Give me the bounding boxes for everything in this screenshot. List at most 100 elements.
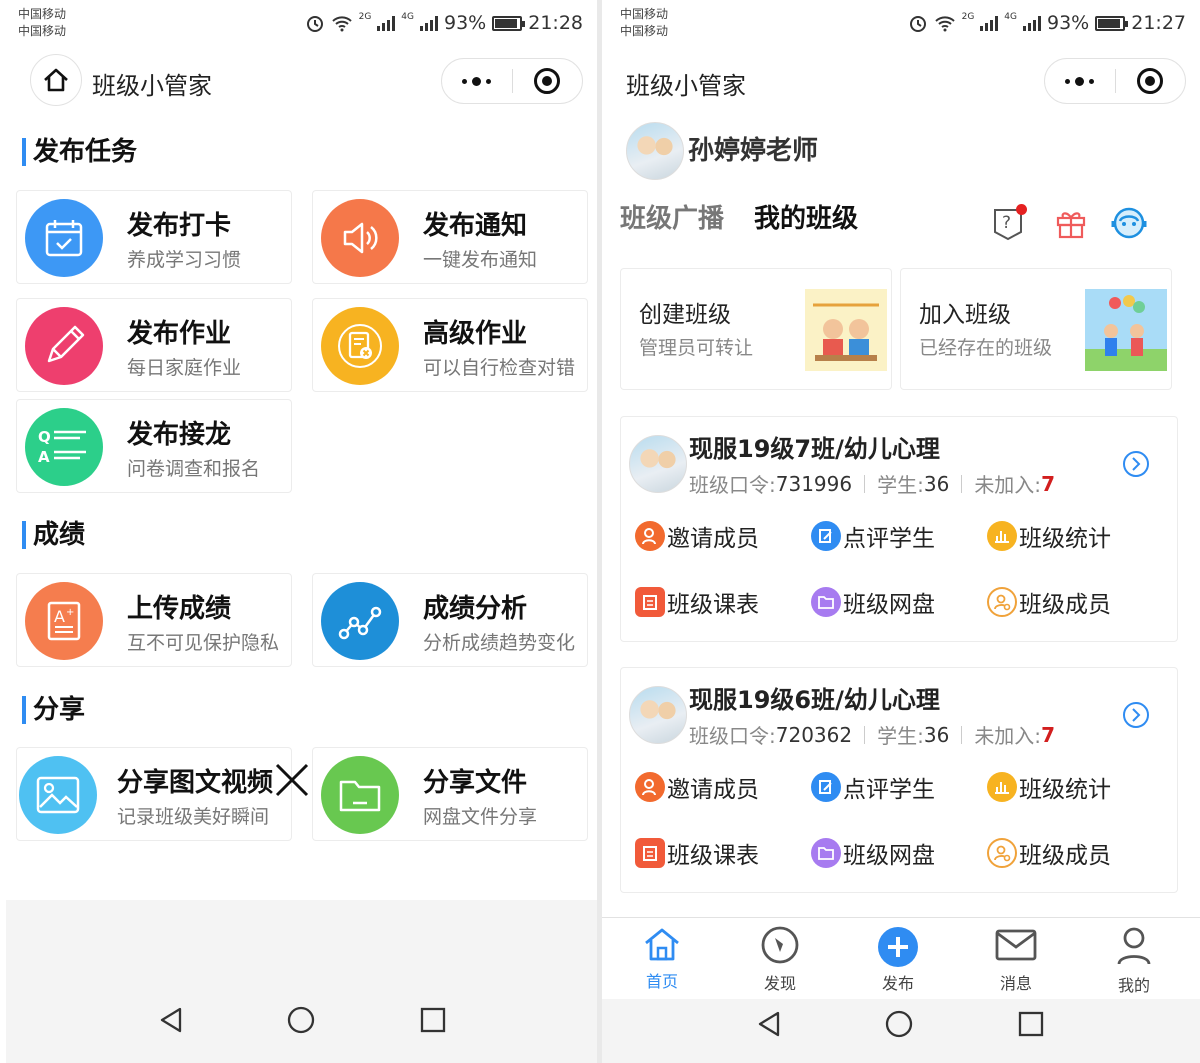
action-label: 点评学生 [843, 526, 935, 552]
class-members-button[interactable]: 班级成员 [987, 836, 1111, 870]
class-members-button[interactable]: 班级成员 [987, 585, 1111, 619]
class-stats-button[interactable]: 班级统计 [987, 519, 1111, 553]
network-label-2: 4G [1004, 12, 1017, 22]
tab-my-class[interactable]: 我的班级 [754, 198, 858, 235]
clock: 21:27 [1131, 12, 1186, 34]
upload-grades-card[interactable]: A + 上传成绩 互不可见保护隐私 [16, 573, 292, 667]
publish-checkin-card[interactable]: 发布打卡 养成学习习惯 [16, 190, 292, 284]
wifi-icon [934, 16, 955, 32]
chevron-right-icon[interactable] [1121, 449, 1151, 479]
grade-analysis-card[interactable]: 成绩分析 分析成绩趋势变化 [312, 573, 588, 667]
home-button[interactable] [30, 54, 82, 106]
close-x-icon [275, 763, 309, 797]
battery-percent: 93% [1047, 12, 1090, 34]
system-nav-area [6, 900, 597, 1063]
card-title: 加入班级 [919, 302, 1011, 328]
publish-homework-card[interactable]: 发布作业 每日家庭作业 [16, 298, 292, 392]
class-card[interactable]: 现服19级6班/幼儿心理 班级口令: 720362 学生: 36 未加入: 7 … [620, 667, 1178, 893]
tab-class-broadcast[interactable]: 班级广播 [620, 198, 724, 235]
code-label: 班级口令: [689, 724, 776, 748]
action-label: 点评学生 [843, 777, 935, 803]
home-circle-icon[interactable] [884, 1009, 914, 1039]
publish-relay-card[interactable]: QA 发布接龙 问卷调查和报名 [16, 399, 292, 493]
alarm-icon [909, 16, 926, 32]
class-meta: 班级口令: 720362 学生: 36 未加入: 7 [689, 720, 1055, 749]
class-meta: 班级口令: 731996 学生: 36 未加入: 7 [689, 469, 1055, 498]
create-class-card[interactable]: 创建班级 管理员可转让 [620, 268, 892, 390]
advanced-homework-card[interactable]: 高级作业 可以自行检查对错 [312, 298, 588, 392]
signal-icon [1023, 15, 1041, 31]
back-icon[interactable] [754, 1009, 784, 1039]
publish-notice-card[interactable]: 发布通知 一键发布通知 [312, 190, 588, 284]
more-menu-button[interactable] [1045, 76, 1115, 86]
join-class-card[interactable]: 加入班级 已经存在的班级 [900, 268, 1172, 390]
tab-mine[interactable]: 我的 [1094, 926, 1174, 996]
more-menu-button[interactable] [442, 76, 512, 86]
class-stats-button[interactable]: 班级统计 [987, 770, 1111, 804]
recent-apps-icon[interactable] [418, 1005, 448, 1035]
class-card[interactable]: 现服19级7班/幼儿心理 班级口令: 731996 学生: 36 未加入: 7 … [620, 416, 1178, 642]
edit-note-icon [811, 772, 841, 802]
card-subtitle: 记录班级美好瞬间 [117, 806, 270, 828]
recent-apps-icon[interactable] [1016, 1009, 1046, 1039]
share-files-card[interactable]: 分享文件 网盘文件分享 [312, 747, 588, 841]
home-icon [44, 68, 68, 92]
action-label: 班级统计 [1019, 526, 1111, 552]
customer-service-icon[interactable] [1110, 204, 1148, 242]
action-label: 班级网盘 [843, 592, 935, 618]
action-label: 班级课表 [667, 592, 759, 618]
action-label: 邀请成员 [667, 777, 759, 803]
class-schedule-button[interactable]: 班级课表 [635, 836, 759, 870]
close-button[interactable] [1116, 68, 1186, 94]
schedule-icon [635, 587, 665, 617]
tab-messages[interactable]: 消息 [976, 926, 1056, 994]
schedule-icon [635, 838, 665, 868]
share-media-card[interactable]: 分享图文视频 记录班级美好瞬间 [16, 747, 292, 841]
system-nav-area [602, 999, 1200, 1063]
review-students-button[interactable]: 点评学生 [811, 770, 935, 804]
students-illustration-icon [805, 289, 887, 371]
teacher-name: 孙婷婷老师 [688, 136, 819, 166]
tab-discover[interactable]: 发现 [740, 926, 820, 994]
svg-text:Q: Q [38, 428, 51, 446]
tab-label: 我的 [1117, 976, 1150, 995]
teacher-avatar[interactable] [626, 122, 684, 180]
card-title: 分享文件 [423, 768, 528, 798]
network-label-1: 2G [358, 12, 372, 22]
card-subtitle: 问卷调查和报名 [127, 458, 261, 480]
tab-home[interactable]: 首页 [622, 926, 702, 992]
close-target-icon [534, 68, 561, 94]
signal-icon [420, 15, 438, 31]
class-disk-button[interactable]: 班级网盘 [811, 585, 935, 619]
class-disk-button[interactable]: 班级网盘 [811, 836, 935, 870]
tab-publish[interactable]: 发布 [858, 926, 938, 994]
folder-icon [811, 838, 841, 868]
qa-list-icon: QA [25, 408, 103, 486]
card-title: 上传成绩 [127, 594, 232, 624]
home-icon [645, 928, 679, 961]
trend-graph-icon [321, 582, 399, 660]
back-icon[interactable] [156, 1005, 186, 1035]
invite-members-button[interactable]: 邀请成员 [635, 519, 759, 553]
card-subtitle: 每日家庭作业 [127, 357, 242, 379]
card-subtitle: 养成学习习惯 [127, 249, 242, 271]
nav-title: 班级小管家 [92, 72, 212, 100]
tab-label: 发现 [763, 974, 796, 993]
mail-icon [995, 929, 1037, 961]
tab-label: 消息 [999, 974, 1032, 993]
close-button[interactable] [513, 68, 583, 94]
home-circle-icon[interactable] [286, 1005, 316, 1035]
review-students-button[interactable]: 点评学生 [811, 519, 935, 553]
invite-members-button[interactable]: 邀请成员 [635, 770, 759, 804]
card-subtitle: 管理员可转让 [639, 337, 754, 359]
card-title: 高级作业 [423, 319, 528, 349]
folder-icon [321, 756, 399, 834]
chevron-right-icon[interactable] [1121, 700, 1151, 730]
action-label: 班级课表 [667, 843, 759, 869]
student-count: 36 [923, 471, 950, 496]
class-schedule-button[interactable]: 班级课表 [635, 585, 759, 619]
class-code: 731996 [775, 471, 853, 496]
action-label: 班级成员 [1019, 843, 1111, 869]
gift-icon[interactable] [1054, 206, 1088, 240]
bar-chart-icon [987, 772, 1017, 802]
